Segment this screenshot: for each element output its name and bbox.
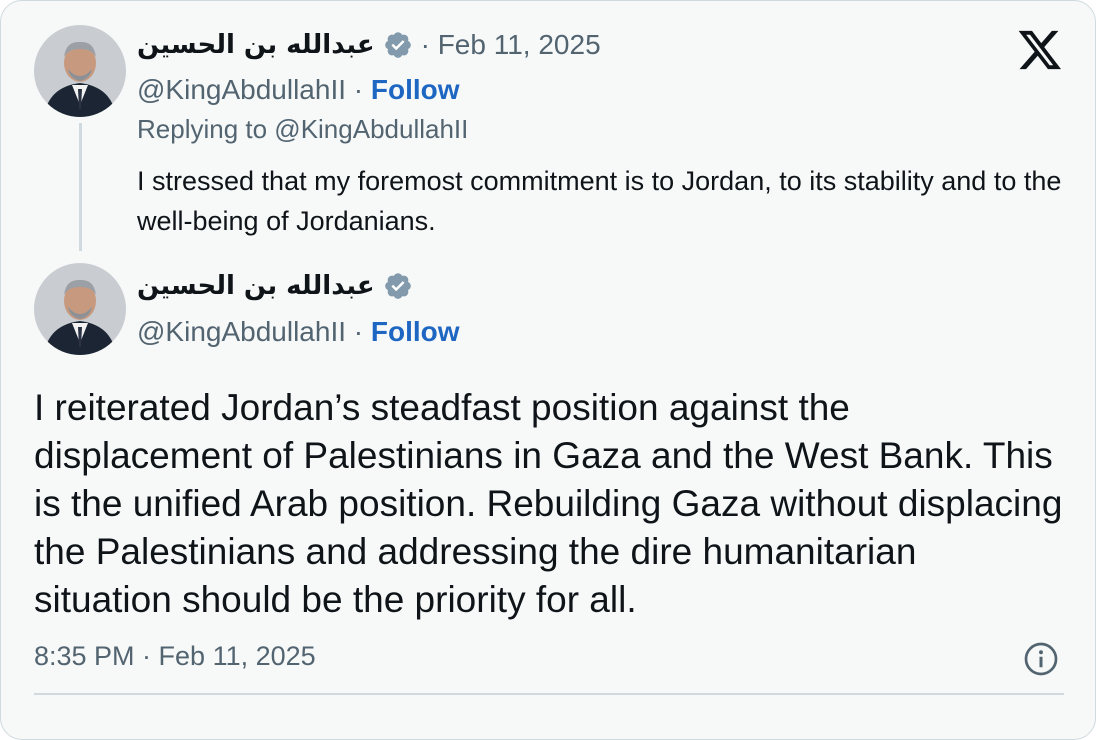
follow-button[interactable]: Follow [371, 74, 460, 105]
thread-connector-line [79, 123, 82, 251]
x-logo-icon[interactable] [1017, 29, 1063, 71]
replying-to-label[interactable]: Replying to @KingAbdullahII [137, 114, 468, 145]
tweet-date[interactable]: · Feb 11, 2025 [421, 29, 601, 61]
separator: · [353, 74, 364, 105]
follow-button[interactable]: Follow [371, 316, 460, 347]
embedded-tweet-card[interactable]: عبدالله بن الحسين · Feb 11, 2025 @KingAb… [0, 0, 1096, 740]
separator: · [353, 316, 364, 347]
main-tweet-text: I reiterated Jordan’s steadfast position… [34, 387, 1063, 620]
author-display-name[interactable]: عبدالله بن الحسين [137, 30, 375, 60]
divider [34, 693, 1064, 695]
author-handle[interactable]: @KingAbdullahII [137, 316, 346, 347]
verified-badge-icon [384, 32, 411, 58]
avatar[interactable] [34, 263, 126, 355]
verified-badge-icon [384, 273, 411, 299]
tweet-timestamp[interactable]: 8:35 PM · Feb 11, 2025 [34, 641, 316, 672]
author-handle[interactable]: @KingAbdullahII [137, 74, 346, 105]
avatar[interactable] [34, 25, 126, 117]
reply-author-row: عبدالله بن الحسين · Feb 11, 2025 [137, 29, 601, 61]
reply-handle-row: @KingAbdullahII · Follow [137, 74, 460, 106]
reply-tweet-text: I stressed that my foremost commitment i… [137, 166, 1062, 236]
main-handle-row: @KingAbdullahII · Follow [137, 316, 460, 348]
main-author-row: عبدالله بن الحسين [137, 271, 413, 301]
author-display-name[interactable]: عبدالله بن الحسين [137, 271, 375, 301]
info-icon[interactable] [1023, 641, 1059, 677]
